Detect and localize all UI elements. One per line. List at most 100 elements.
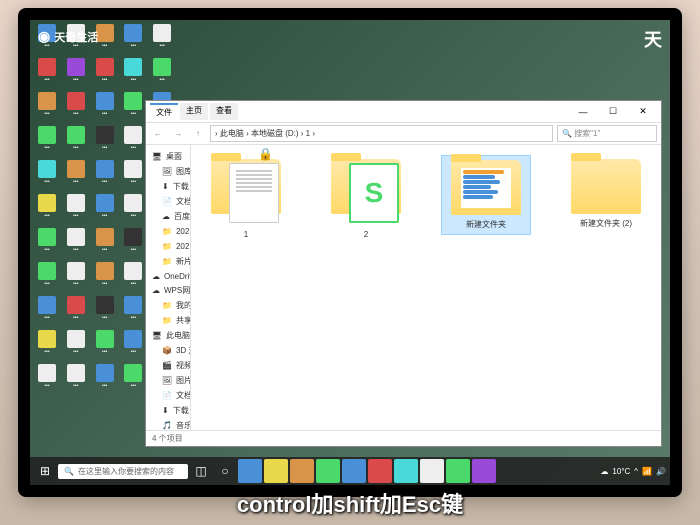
nav-forward-button[interactable]: →	[170, 126, 186, 142]
sidebar-icon: 📁	[162, 257, 172, 267]
desktop-icon[interactable]: •••	[63, 262, 89, 294]
minimize-button[interactable]: —	[569, 103, 597, 121]
desktop-icon[interactable]: •••	[120, 262, 146, 294]
desktop-icon[interactable]: •••	[34, 160, 60, 192]
explorer-tab[interactable]: 主页	[180, 103, 208, 120]
taskbar-app[interactable]	[316, 459, 340, 483]
desktop-icon[interactable]: •••	[34, 364, 60, 396]
taskbar-app[interactable]	[420, 459, 444, 483]
desktop-icon[interactable]: •••	[120, 296, 146, 328]
taskbar-app[interactable]	[238, 459, 262, 483]
desktop-icon[interactable]: •••	[63, 194, 89, 226]
desktop-icon[interactable]: •••	[63, 364, 89, 396]
folder-item[interactable]: 新建文件夹 (2)	[561, 155, 651, 233]
explorer-content[interactable]: 1 S 2 新建文件夹	[191, 145, 661, 430]
sidebar-item[interactable]: 📄文档	[146, 388, 190, 403]
sidebar-item[interactable]: 📦3D 对象	[146, 343, 190, 358]
desktop-icon[interactable]: •••	[92, 160, 118, 192]
start-button[interactable]: ⊞	[34, 460, 56, 482]
taskbar-app[interactable]	[446, 459, 470, 483]
sidebar-item[interactable]: 📁 新片场	[146, 254, 190, 269]
network-icon[interactable]: 📶	[642, 467, 652, 476]
sidebar-item[interactable]: ⬇下载	[146, 403, 190, 418]
sidebar-item[interactable]: 📄文档	[146, 194, 190, 209]
desktop-icon[interactable]: •••	[63, 160, 89, 192]
breadcrumb[interactable]: › 此电脑 › 本地磁盘 (D:) › 1 ›	[210, 125, 553, 142]
desktop-icon[interactable]: •••	[92, 228, 118, 260]
desktop-icon[interactable]: •••	[120, 364, 146, 396]
taskbar-app-explorer[interactable]	[264, 459, 288, 483]
sidebar-item[interactable]: 📁我的云文档	[146, 298, 190, 313]
desktop-icon[interactable]: •••	[34, 126, 60, 158]
folder-item[interactable]: S 2	[321, 155, 411, 243]
taskbar-app[interactable]	[368, 459, 392, 483]
close-button[interactable]: ✕	[629, 103, 657, 121]
sidebar-item[interactable]: 📁共享	[146, 313, 190, 328]
desktop-icon[interactable]: •••	[120, 330, 146, 362]
desktop-icon[interactable]: •••	[63, 330, 89, 362]
sidebar-item[interactable]: ⬇下载	[146, 179, 190, 194]
desktop-icon[interactable]: •••	[149, 58, 175, 90]
taskbar-app[interactable]	[342, 459, 366, 483]
desktop-icon[interactable]: •••	[120, 160, 146, 192]
taskbar-app[interactable]	[472, 459, 496, 483]
sidebar-label: 新片场	[176, 256, 191, 267]
desktop-icon[interactable]: •••	[92, 58, 118, 90]
explorer-tab[interactable]: 文件	[150, 103, 178, 120]
sidebar-item[interactable]: 🎬视频	[146, 358, 190, 373]
desktop-icon[interactable]: •••	[120, 228, 146, 260]
file-label: 1	[244, 230, 248, 239]
sidebar-item[interactable]: 🖥桌面	[146, 149, 190, 164]
desktop-icon[interactable]: •••	[34, 194, 60, 226]
sidebar-item[interactable]: ☁WPS网盘	[146, 283, 190, 298]
desktop-icon[interactable]: •••	[120, 126, 146, 158]
desktop-icon[interactable]: •••	[92, 92, 118, 124]
taskbar-app[interactable]	[394, 459, 418, 483]
desktop-icon[interactable]: •••	[92, 194, 118, 226]
nav-up-button[interactable]: ↑	[190, 126, 206, 142]
system-tray[interactable]: ☁ 10°C ^ 📶 🔊	[600, 467, 666, 476]
maximize-button[interactable]: ☐	[599, 103, 627, 121]
desktop-icon[interactable]: •••	[34, 92, 60, 124]
sidebar-item[interactable]: 🖥此电脑	[146, 328, 190, 343]
task-view-button[interactable]: ◫	[190, 460, 212, 482]
desktop-icon[interactable]: •••	[63, 296, 89, 328]
desktop-icon[interactable]: •••	[34, 262, 60, 294]
taskbar-app[interactable]	[290, 459, 314, 483]
desktop-icon[interactable]: •••	[92, 262, 118, 294]
desktop-icon[interactable]: •••	[120, 24, 146, 56]
desktop-icon[interactable]: •••	[120, 92, 146, 124]
desktop-icon[interactable]: •••	[63, 92, 89, 124]
nav-back-button[interactable]: ←	[150, 126, 166, 142]
desktop-icon[interactable]: •••	[149, 24, 175, 56]
sidebar-item[interactable]: ☁百度网盘	[146, 209, 190, 224]
desktop-icon[interactable]: •••	[120, 194, 146, 226]
sidebar-item[interactable]: 🎵音乐	[146, 418, 190, 430]
desktop-icon[interactable]: •••	[92, 296, 118, 328]
desktop-icon[interactable]: •••	[63, 58, 89, 90]
desktop-icon[interactable]: •••	[63, 228, 89, 260]
sidebar-item[interactable]: 🖼图片	[146, 373, 190, 388]
desktop-icon[interactable]: •••	[92, 330, 118, 362]
desktop-icon[interactable]: •••	[92, 126, 118, 158]
explorer-tab[interactable]: 查看	[210, 103, 238, 120]
desktop-icon[interactable]: •••	[63, 126, 89, 158]
search-input[interactable]: 🔍 搜索"1"	[557, 125, 657, 142]
taskbar-search[interactable]: 🔍 在这里输入你要搜索的内容	[58, 464, 188, 479]
sidebar-item[interactable]: 🖼图库	[146, 164, 190, 179]
desktop-icon[interactable]: •••	[34, 228, 60, 260]
sidebar-item[interactable]: 📁202112电子科技	[146, 239, 190, 254]
cortana-icon[interactable]: ○	[214, 460, 236, 482]
desktop-icon[interactable]: •••	[92, 364, 118, 396]
folder-item[interactable]: 1	[201, 155, 291, 243]
desktop-icon[interactable]: •••	[34, 58, 60, 90]
desktop-icon[interactable]: •••	[120, 58, 146, 90]
folder-item[interactable]: 新建文件夹	[441, 155, 531, 235]
desktop-icon[interactable]: •••	[34, 330, 60, 362]
tray-chevron-icon[interactable]: ^	[634, 467, 638, 476]
desktop-icon[interactable]: •••	[34, 296, 60, 328]
sidebar-item[interactable]: 📁202111电子科技	[146, 224, 190, 239]
volume-icon[interactable]: 🔊	[656, 467, 666, 476]
sidebar-item[interactable]: ☁OneDrive - Personal	[146, 269, 190, 283]
explorer-titlebar[interactable]: 文件主页查看 — ☐ ✕	[146, 101, 661, 123]
